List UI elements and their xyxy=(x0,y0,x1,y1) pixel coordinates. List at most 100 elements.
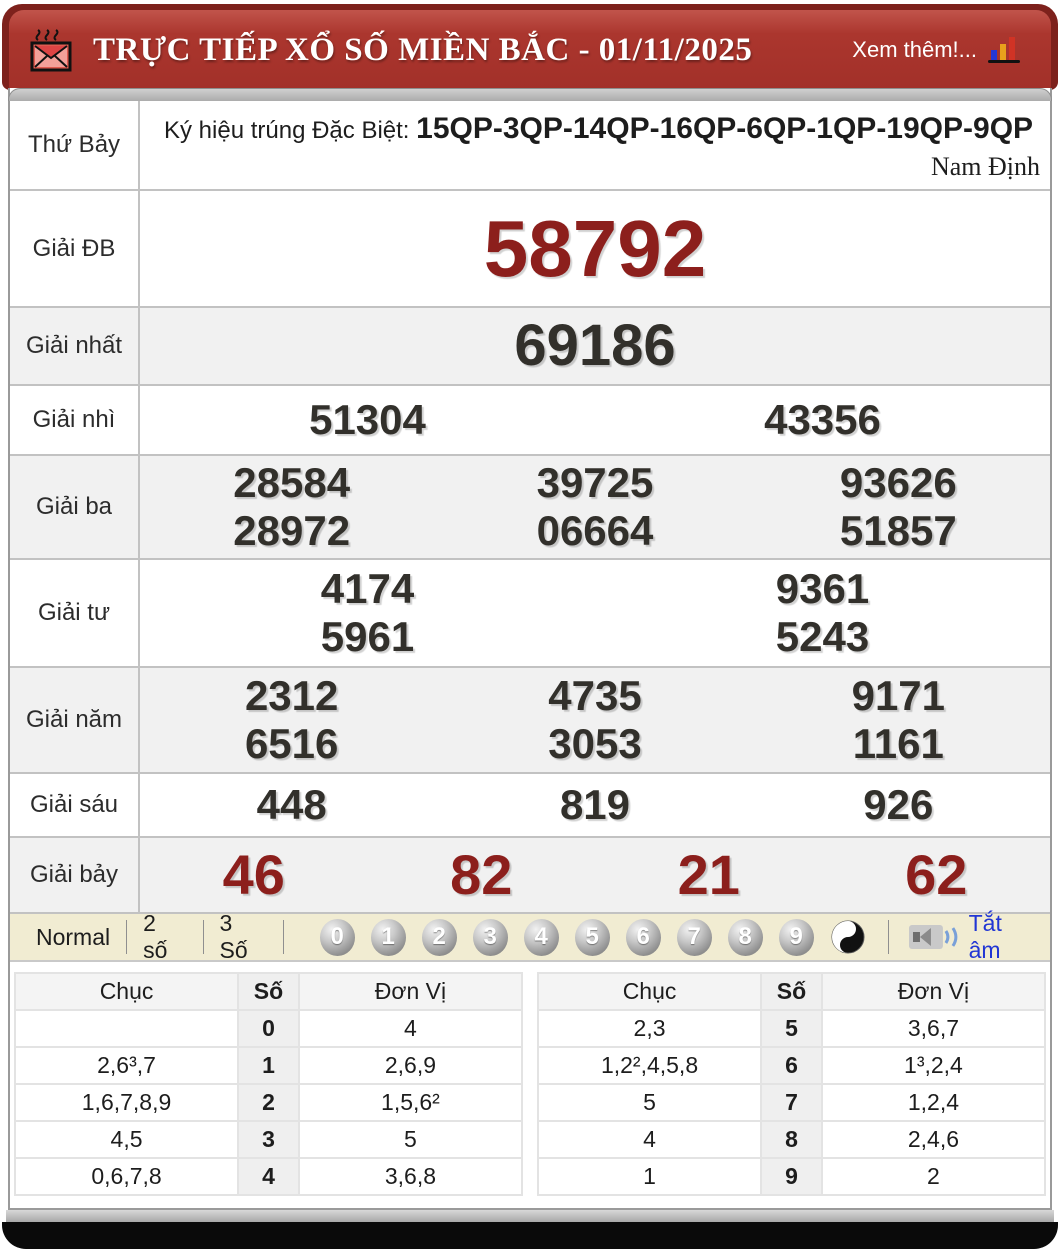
so-cell: 3 xyxy=(237,1120,300,1159)
footer-black-band xyxy=(2,1222,1058,1249)
third-prize-number: 28972 xyxy=(233,507,351,554)
mode-2so-button[interactable]: 2 số xyxy=(127,910,204,963)
row-sixth-prize: Giải sáu 448 819 926 xyxy=(10,774,1050,838)
so-cell: 5 xyxy=(760,1009,823,1048)
third-prize-number: 93626 xyxy=(839,458,957,506)
header-frame: TRỰC TIẾP XỔ SỐ MIỀN BẮC - 01/11/2025 Xe… xyxy=(2,4,1058,90)
digit-ball-6[interactable]: 6 xyxy=(625,918,661,956)
column-header-chuc: Chục xyxy=(536,972,763,1011)
third-prize-number: 06664 xyxy=(536,507,654,554)
donvi-cell: 1³,2,4 xyxy=(820,1046,1047,1085)
second-prize-number: 43356 xyxy=(764,395,881,443)
donvi-cell: 1,5,6² xyxy=(297,1083,524,1122)
so-cell: 2 xyxy=(237,1083,300,1122)
so-cell: 6 xyxy=(760,1046,823,1085)
donvi-cell: 2 xyxy=(820,1157,1047,1196)
fifth-prize-number: 3053 xyxy=(548,720,642,767)
column-header-so: Số xyxy=(760,972,823,1011)
day-label: Thứ Bảy xyxy=(10,101,140,189)
digit-stats: Chục Số Đơn Vị 0 4 2,6³,7 1 2,6,9 1,6,7,… xyxy=(10,962,1050,1208)
digit-ball-4[interactable]: 4 xyxy=(523,918,559,956)
donvi-cell: 3,6,8 xyxy=(297,1157,524,1196)
seventh-prize-number: 62 xyxy=(905,842,968,906)
chuc-cell: 4,5 xyxy=(13,1120,240,1159)
toolbar-divider xyxy=(887,920,889,954)
digit-ball-0[interactable]: 0 xyxy=(319,918,355,956)
column-header-donvi: Đơn Vị xyxy=(820,972,1047,1011)
table-row: 4 8 2,4,6 xyxy=(536,1120,1047,1159)
table-row: 1,6,7,8,9 2 1,5,6² xyxy=(13,1083,524,1122)
donvi-cell: 3,6,7 xyxy=(820,1009,1047,1048)
table-row: 2,3 5 3,6,7 xyxy=(536,1009,1047,1048)
sixth-prize-label: Giải sáu xyxy=(10,774,140,836)
row-fifth-prize: Giải năm 2312 4735 9171 6516 3053 1161 xyxy=(10,668,1050,774)
chuc-cell: 1,6,7,8,9 xyxy=(13,1083,240,1122)
row-first-prize: Giải nhất 69186 xyxy=(10,308,1050,386)
digit-ball-9[interactable]: 9 xyxy=(778,918,814,956)
mute-label: Tắt âm xyxy=(968,910,1002,963)
seventh-prize-label: Giải bảy xyxy=(10,838,140,912)
donvi-cell: 1,2,4 xyxy=(820,1083,1047,1122)
fifth-prize-label: Giải năm xyxy=(10,668,140,772)
chuc-cell: 0,6,7,8 xyxy=(13,1157,240,1196)
chuc-cell: 1,2²,4,5,8 xyxy=(536,1046,763,1085)
row-special-prize: Giải ĐB 58792 xyxy=(10,191,1050,308)
donvi-cell: 5 xyxy=(297,1120,524,1159)
row-third-prize: Giải ba 28584 39725 93626 28972 06664 51… xyxy=(10,456,1050,560)
third-prize-number: 39725 xyxy=(536,458,654,506)
first-prize-number: 69186 xyxy=(514,312,676,378)
header-bar: TRỰC TIẾP XỔ SỐ MIỀN BẮC - 01/11/2025 Xe… xyxy=(9,10,1051,90)
chuc-cell: 1 xyxy=(536,1157,763,1196)
third-prize-number: 51857 xyxy=(839,507,957,554)
digit-ball-8[interactable]: 8 xyxy=(727,918,763,956)
symbol-body: Ký hiệu trúng Đặc Biệt: 15QP-3QP-14QP-16… xyxy=(140,101,1050,189)
toolbar: Normal 2 số 3 Số 0 1 2 3 4 5 6 7 8 9 Tắt… xyxy=(10,910,1050,963)
digit-ball-7[interactable]: 7 xyxy=(676,918,712,956)
so-cell: 8 xyxy=(760,1120,823,1159)
mode-3so-button[interactable]: 3 Số xyxy=(204,910,284,963)
chuc-cell: 2,6³,7 xyxy=(13,1046,240,1085)
so-cell: 9 xyxy=(760,1157,823,1196)
row-symbol: Thứ Bảy Ký hiệu trúng Đặc Biệt: 15QP-3QP… xyxy=(10,101,1050,191)
digit-ball-1[interactable]: 1 xyxy=(370,918,406,956)
row-fourth-prize: Giải tư 4174 9361 5961 5243 xyxy=(10,560,1050,668)
table-row: 1,2²,4,5,8 6 1³,2,4 xyxy=(536,1046,1047,1085)
digit-balls: 0 1 2 3 4 5 6 7 8 9 xyxy=(319,918,866,956)
chuc-cell: 4 xyxy=(536,1120,763,1159)
seventh-prize-number: 21 xyxy=(677,842,740,906)
mode-normal-button[interactable]: Normal xyxy=(20,920,128,954)
so-cell: 7 xyxy=(760,1083,823,1122)
table-row: 0 4 xyxy=(13,1009,524,1048)
stats-table-left: Chục Số Đơn Vị 0 4 2,6³,7 1 2,6,9 1,6,7,… xyxy=(13,972,524,1196)
digit-ball-2[interactable]: 2 xyxy=(421,918,457,956)
fifth-prize-number: 6516 xyxy=(244,720,339,767)
seventh-prize-number: 82 xyxy=(450,842,513,906)
fifth-prize-number: 9171 xyxy=(851,671,946,719)
yin-yang-ball-icon[interactable] xyxy=(830,919,866,955)
table-row: 1 9 2 xyxy=(536,1157,1047,1196)
digit-ball-3[interactable]: 3 xyxy=(472,918,508,956)
chuc-cell: 2,3 xyxy=(536,1009,763,1048)
fourth-prize-number: 4174 xyxy=(320,564,415,612)
stats-table-right: Chục Số Đơn Vị 2,3 5 3,6,7 1,2²,4,5,8 6 … xyxy=(536,972,1047,1196)
province-name: Nam Định xyxy=(930,152,1040,181)
seventh-prize-number: 46 xyxy=(222,842,285,906)
fourth-prize-label: Giải tư xyxy=(10,560,140,666)
first-prize-label: Giải nhất xyxy=(10,308,140,384)
so-cell: 0 xyxy=(237,1009,300,1048)
footer-gray-band xyxy=(6,1210,1054,1222)
fifth-prize-number: 1161 xyxy=(852,720,944,767)
row-second-prize: Giải nhì 51304 43356 xyxy=(10,386,1050,456)
mute-button[interactable]: Tắt âm xyxy=(908,910,1040,964)
special-prize-number: 58792 xyxy=(483,203,707,293)
digit-ball-5[interactable]: 5 xyxy=(574,918,610,956)
column-header-chuc: Chục xyxy=(13,972,240,1011)
sixth-prize-number: 926 xyxy=(863,780,934,828)
symbol-text: Ký hiệu trúng Đặc Biệt: 15QP-3QP-14QP-16… xyxy=(140,104,1050,152)
hot-envelope-icon xyxy=(29,27,75,73)
page-title: TRỰC TIẾP XỔ SỐ MIỀN BẮC - 01/11/2025 xyxy=(93,31,753,68)
lottery-page: TRỰC TIẾP XỔ SỐ MIỀN BẮC - 01/11/2025 Xe… xyxy=(0,4,1060,1249)
row-seventh-prize: Giải bảy 46 82 21 62 xyxy=(10,838,1050,914)
see-more-link[interactable]: Xem thêm!... xyxy=(852,34,1023,66)
table-row: 5 7 1,2,4 xyxy=(536,1083,1047,1122)
